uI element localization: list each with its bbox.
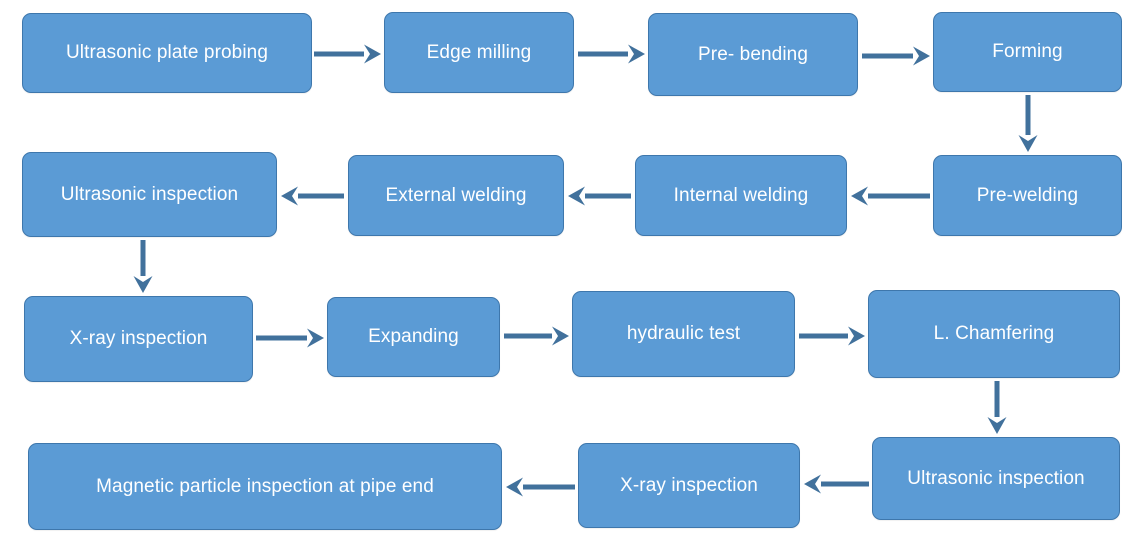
arrow-n13-to-n14: [790, 470, 883, 498]
process-node-label: Ultrasonic inspection: [60, 183, 239, 205]
arrow-n5-to-n6: [837, 182, 944, 210]
process-node-label: X-ray inspection: [69, 328, 208, 350]
arrow-n11-to-n12: [785, 322, 879, 350]
process-node-label: Magnetic particle inspection at pipe end: [96, 475, 434, 497]
process-node-n14[interactable]: X-ray inspection: [578, 443, 800, 528]
process-node-n15[interactable]: Magnetic particle inspection at pipe end: [28, 443, 502, 530]
arrow-n12-to-n13: [983, 367, 1011, 448]
process-node-n2[interactable]: Edge milling: [384, 12, 574, 93]
arrow-n1-to-n2: [300, 40, 395, 68]
flowchart-canvas: Ultrasonic plate probing Edge milling Pre-…: [0, 0, 1143, 540]
arrow-n6-to-n7: [554, 182, 645, 210]
process-node-label: Edge milling: [426, 41, 532, 63]
process-node-n8[interactable]: Ultrasonic inspection: [22, 152, 277, 237]
process-node-label: Forming: [992, 41, 1063, 63]
process-node-label: X-ray inspection: [620, 474, 758, 496]
process-node-label: Pre-welding: [976, 184, 1079, 206]
process-node-n13[interactable]: Ultrasonic inspection: [872, 437, 1120, 520]
process-node-n12[interactable]: L. Chamfering: [868, 290, 1120, 378]
process-node-n10[interactable]: Expanding: [327, 297, 500, 377]
process-node-n11[interactable]: hydraulic test: [572, 291, 795, 377]
arrow-n7-to-n8: [267, 182, 358, 210]
process-node-n3[interactable]: Pre- bending: [648, 13, 858, 96]
process-node-label: Ultrasonic inspection: [907, 467, 1085, 489]
process-node-label: Expanding: [368, 326, 459, 348]
process-node-label: L. Chamfering: [933, 323, 1055, 345]
process-node-n4[interactable]: Forming: [933, 12, 1122, 92]
process-node-label: Ultrasonic plate probing: [65, 42, 268, 64]
arrow-n4-to-n5: [1014, 81, 1042, 166]
process-node-n1[interactable]: Ultrasonic plate probing: [22, 13, 312, 93]
process-node-n9[interactable]: X-ray inspection: [24, 296, 253, 382]
arrow-n8-to-n9: [129, 226, 157, 307]
arrow-n9-to-n10: [242, 324, 338, 352]
process-node-label: External welding: [385, 184, 527, 206]
arrow-n10-to-n11: [490, 322, 583, 350]
process-node-label: Internal welding: [673, 184, 809, 206]
process-node-n7[interactable]: External welding: [348, 155, 564, 236]
arrow-n3-to-n4: [848, 42, 944, 70]
arrow-n14-to-n15: [492, 473, 589, 501]
process-node-label: Pre- bending: [698, 43, 808, 65]
process-node-label: hydraulic test: [626, 323, 741, 345]
arrow-n2-to-n3: [564, 40, 659, 68]
process-node-n5[interactable]: Pre-welding: [933, 155, 1122, 236]
process-node-n6[interactable]: Internal welding: [635, 155, 847, 236]
